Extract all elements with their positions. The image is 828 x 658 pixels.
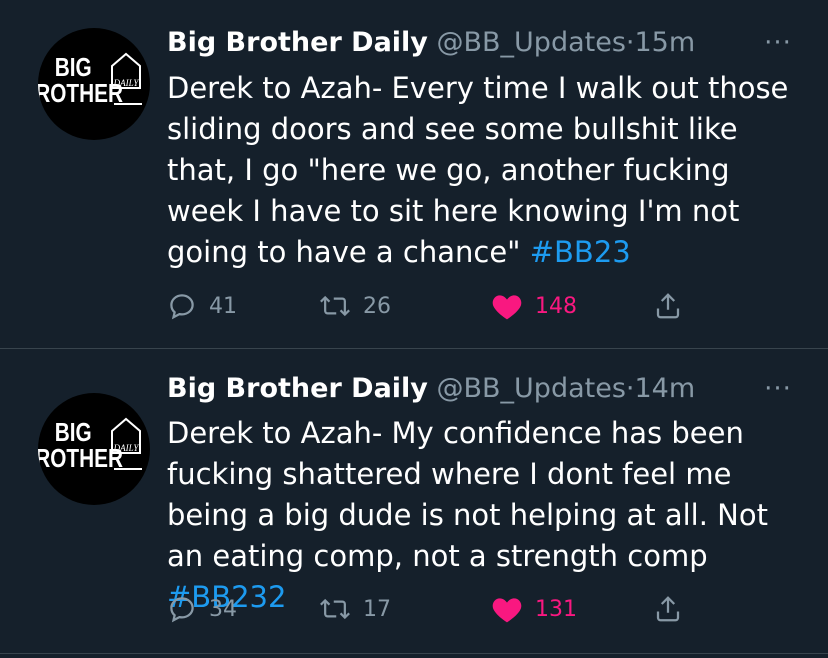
timestamp[interactable]: 15m (635, 27, 696, 58)
more-options-icon[interactable]: ··· (758, 371, 798, 407)
reply-button[interactable]: 41 (167, 286, 237, 326)
retweet-icon (320, 598, 350, 620)
reply-icon (170, 294, 194, 320)
share-button[interactable] (653, 286, 683, 326)
share-icon (656, 293, 680, 319)
svg-text:BIG: BIG (55, 418, 92, 447)
timestamp[interactable]: 14m (635, 373, 696, 404)
tweet-text: Derek to Azah- My confidence has been fu… (167, 413, 807, 618)
retweet-button[interactable]: 26 (319, 286, 391, 326)
retweet-button[interactable]: 17 (319, 589, 391, 629)
avatar[interactable]: BIG BROTHER DAILY (38, 28, 150, 140)
retweet-count: 17 (363, 596, 391, 622)
author-name[interactable]: Big Brother Daily (167, 27, 428, 58)
tweet-body-text: Derek to Azah- My confidence has been fu… (167, 416, 768, 573)
tweet-header: Big Brother Daily @BB_Updates·15m ··· (167, 25, 798, 61)
reply-count: 41 (209, 293, 237, 319)
heart-icon (492, 295, 522, 320)
svg-text:BROTHER: BROTHER (38, 79, 123, 108)
tweet-actions: 34 17 131 (167, 589, 707, 629)
reply-button[interactable]: 34 (167, 589, 237, 629)
like-count: 148 (535, 293, 577, 319)
share-icon (656, 596, 680, 622)
author-name[interactable]: Big Brother Daily (167, 373, 428, 404)
author-handle[interactable]: @BB_Updates (437, 373, 626, 404)
tweet[interactable]: BIG BROTHER DAILY Big Brother Daily @BB_… (0, 349, 828, 654)
like-button[interactable]: 131 (491, 589, 577, 629)
svg-text:DAILY: DAILY (113, 443, 140, 453)
separator: · (625, 27, 635, 58)
share-button[interactable] (653, 589, 683, 629)
separator: · (625, 373, 635, 404)
more-options-icon[interactable]: ··· (758, 25, 798, 61)
svg-text:BIG: BIG (55, 53, 92, 82)
tweet-text: Derek to Azah- Every time I walk out tho… (167, 68, 807, 273)
like-count: 131 (535, 596, 577, 622)
tweet-actions: 41 26 148 (167, 286, 707, 326)
big-brother-daily-logo: BIG BROTHER DAILY (38, 417, 142, 473)
tweet-body-text: Derek to Azah- Every time I walk out tho… (167, 71, 789, 269)
retweet-count: 26 (363, 293, 391, 319)
hashtag-link[interactable]: #BB23 (530, 235, 631, 269)
tweet[interactable]: BIG BROTHER DAILY Big Brother Daily @BB_… (0, 0, 828, 349)
author-handle[interactable]: @BB_Updates (437, 27, 626, 58)
big-brother-daily-logo: BIG BROTHER DAILY (38, 52, 142, 108)
retweet-icon (320, 295, 350, 317)
reply-count: 34 (209, 596, 237, 622)
reply-icon (170, 597, 194, 623)
heart-icon (492, 598, 522, 623)
like-button[interactable]: 148 (491, 286, 577, 326)
avatar[interactable]: BIG BROTHER DAILY (38, 393, 150, 505)
tweet-header: Big Brother Daily @BB_Updates·14m ··· (167, 371, 798, 407)
svg-text:BROTHER: BROTHER (38, 444, 123, 473)
svg-text:DAILY: DAILY (113, 78, 140, 88)
